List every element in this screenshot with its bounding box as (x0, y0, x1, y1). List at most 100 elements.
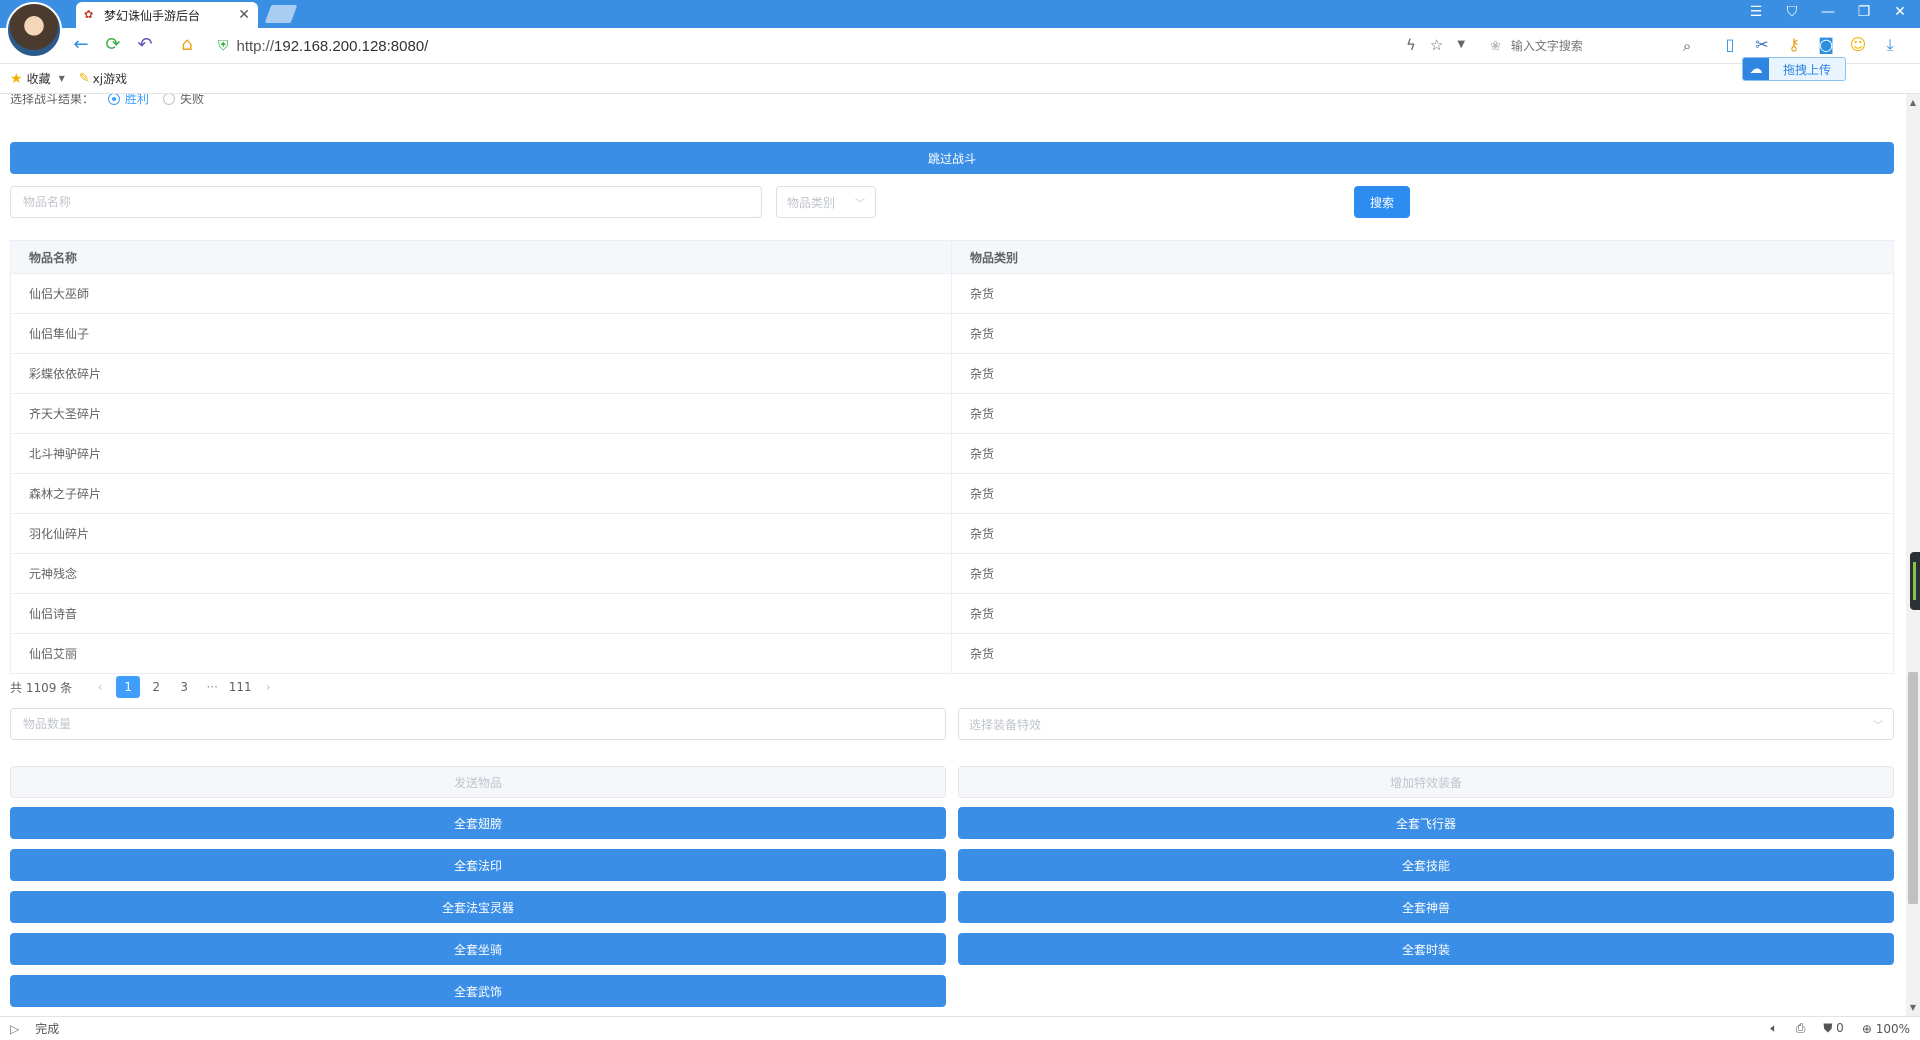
table-row[interactable]: 仙侣隼仙子 杂货 (10, 313, 1894, 354)
full-set-fashion-button[interactable]: 全套时装 (958, 933, 1894, 965)
back-icon[interactable]: ← (70, 34, 92, 56)
full-set-treasure-spirit-button[interactable]: 全套法宝灵器 (10, 891, 946, 923)
radio-label: 失败 (180, 94, 205, 106)
scroll-down-icon[interactable]: ▼ (1906, 1003, 1920, 1012)
table-row[interactable]: 元神残念 杂货 (10, 553, 1894, 594)
table-row[interactable]: 北斗神驴碎片 杂货 (10, 433, 1894, 474)
column-header-name[interactable]: 物品名称 (10, 240, 952, 274)
page-2[interactable]: 2 (144, 676, 168, 698)
search-engine-icon: ❀ (1490, 38, 1501, 54)
bookmark-favorites[interactable]: ★ 收藏 ▼ (10, 70, 65, 87)
item-name-field[interactable] (10, 186, 762, 218)
status-text: 完成 (35, 1022, 60, 1036)
scissors-icon[interactable]: ✂ (1752, 35, 1772, 55)
user-avatar[interactable] (6, 2, 62, 58)
minimize-icon[interactable]: — (1820, 4, 1836, 20)
table-row[interactable]: 仙侣艾丽 杂货 (10, 633, 1894, 674)
cell-item-category: 杂货 (951, 553, 1894, 594)
sound-icon[interactable]: 🔈︎ (1771, 1021, 1778, 1036)
cell-item-name: 森林之子碎片 (10, 473, 952, 514)
extension-sidebar-icon[interactable]: ▯ (1720, 35, 1740, 55)
side-panel-handle[interactable] (1910, 552, 1920, 610)
item-category-select[interactable]: 物品类别 ﹀ (776, 186, 876, 218)
item-name-input[interactable] (21, 194, 751, 210)
skin-icon[interactable]: ⛉ (1784, 4, 1800, 20)
cell-item-category: 杂货 (951, 433, 1894, 474)
table-row[interactable]: 齐天大圣碎片 杂货 (10, 393, 1894, 434)
search-button[interactable]: 搜索 (1354, 186, 1410, 218)
browser-tab-active[interactable]: ✿ 梦幻诛仙手游后台 ✕ (76, 2, 258, 28)
drag-upload-button[interactable]: ☁ 拖拽上传 (1742, 57, 1846, 81)
item-quantity-input[interactable] (21, 716, 935, 732)
key-icon[interactable]: ⚷ (1784, 35, 1804, 55)
tab-close-icon[interactable]: ✕ (238, 7, 250, 23)
page-1[interactable]: 1 (116, 676, 141, 698)
window-controls: ☰ ⛉ — ❐ ✕ (1748, 4, 1908, 20)
smiley-icon[interactable]: ☺ (1848, 35, 1868, 55)
tab-title: 梦幻诛仙手游后台 (104, 8, 201, 23)
zoom-level: 100% (1875, 1021, 1910, 1036)
cell-item-category: 杂货 (951, 393, 1894, 434)
close-window-icon[interactable]: ✕ (1892, 4, 1908, 20)
cell-item-category: 杂货 (951, 273, 1894, 314)
adblock-icon[interactable]: ⛊ 0 (1823, 1021, 1843, 1036)
page-ellipsis[interactable]: ··· (200, 676, 224, 698)
page-111[interactable]: 111 (228, 676, 252, 698)
download-icon[interactable]: ⤓ (1880, 35, 1900, 55)
prev-page-icon[interactable]: ‹ (88, 676, 112, 698)
search-icon[interactable]: ⌕ (1683, 37, 1691, 55)
game-icon: ✎ (78, 71, 90, 86)
table-row[interactable]: 彩蝶依依碎片 杂货 (10, 353, 1894, 394)
next-page-icon[interactable]: › (256, 676, 280, 698)
lightning-icon[interactable]: ϟ (1406, 36, 1416, 54)
translate-icon[interactable]: ◙ (1816, 35, 1836, 55)
bookmark-star-icon[interactable]: ☆ (1430, 36, 1443, 54)
table-row[interactable]: 仙侣诗音 杂货 (10, 593, 1894, 634)
radio-victory[interactable]: 胜利 (108, 94, 149, 107)
add-effect-equipment-button[interactable]: 增加特效装备 (958, 766, 1894, 798)
table-row[interactable]: 仙侣大巫師 杂货 (10, 273, 1894, 314)
scrollbar-thumb[interactable] (1908, 672, 1918, 904)
cell-item-category: 杂货 (951, 593, 1894, 634)
home-icon[interactable]: ⌂ (176, 34, 198, 56)
table-row[interactable]: 羽化仙碎片 杂货 (10, 513, 1894, 554)
sidebar-toggle-icon[interactable]: ▷ (10, 1022, 19, 1036)
table-row[interactable]: 森林之子碎片 杂货 (10, 473, 1894, 514)
address-bar[interactable]: ⛨ http://192.168.200.128:8080/ (218, 34, 1398, 58)
cell-item-name: 仙侣艾丽 (10, 633, 952, 674)
full-set-aircraft-button[interactable]: 全套飞行器 (958, 807, 1894, 839)
cell-item-name: 羽化仙碎片 (10, 513, 952, 554)
full-set-wings-button[interactable]: 全套翅膀 (10, 807, 946, 839)
skip-battle-button[interactable]: 跳过战斗 (10, 142, 1894, 174)
scroll-up-icon[interactable]: ▲ (1906, 98, 1920, 107)
send-item-button[interactable]: 发送物品 (10, 766, 946, 798)
menu-icon[interactable]: ☰ (1748, 4, 1764, 20)
adblock-count: 0 (1836, 1021, 1844, 1035)
bookmark-xj-game[interactable]: ✎ xj游戏 (79, 70, 127, 87)
pagination-total: 共 1109 条 (10, 680, 73, 695)
browser-search-box[interactable]: ❀ ⌕ (1490, 34, 1706, 58)
cell-item-name: 彩蝶依依碎片 (10, 353, 952, 394)
undo-icon[interactable]: ↶ (134, 34, 156, 56)
upload-label: 拖拽上传 (1782, 62, 1831, 77)
zoom-control[interactable]: ⊕ 100% (1862, 1022, 1910, 1036)
full-set-mounts-button[interactable]: 全套坐骑 (10, 933, 946, 965)
battle-result-label: 选择战斗结果： (10, 94, 95, 106)
full-set-divine-beast-button[interactable]: 全套神兽 (958, 891, 1894, 923)
browser-search-input[interactable] (1508, 38, 1683, 54)
equipment-effect-select[interactable]: 选择装备特效 ﹀ (958, 708, 1894, 740)
chevron-down-icon[interactable]: ▼ (1457, 36, 1465, 54)
screenshot-icon[interactable]: ⎙ (1796, 1021, 1806, 1036)
refresh-icon[interactable]: ⟳ (102, 34, 124, 56)
radio-defeat[interactable]: 失败 (163, 94, 204, 107)
secure-shield-icon: ⛨ (218, 38, 229, 54)
item-quantity-field[interactable] (10, 708, 946, 740)
new-tab-button[interactable] (264, 5, 298, 23)
address-url[interactable]: http://192.168.200.128:8080/ (237, 38, 429, 55)
column-header-category[interactable]: 物品类别 (951, 240, 1894, 274)
full-set-skills-button[interactable]: 全套技能 (958, 849, 1894, 881)
restore-icon[interactable]: ❐ (1856, 4, 1872, 20)
full-set-seals-button[interactable]: 全套法印 (10, 849, 946, 881)
full-set-weapon-decor-button[interactable]: 全套武饰 (10, 975, 946, 1007)
page-3[interactable]: 3 (172, 676, 196, 698)
